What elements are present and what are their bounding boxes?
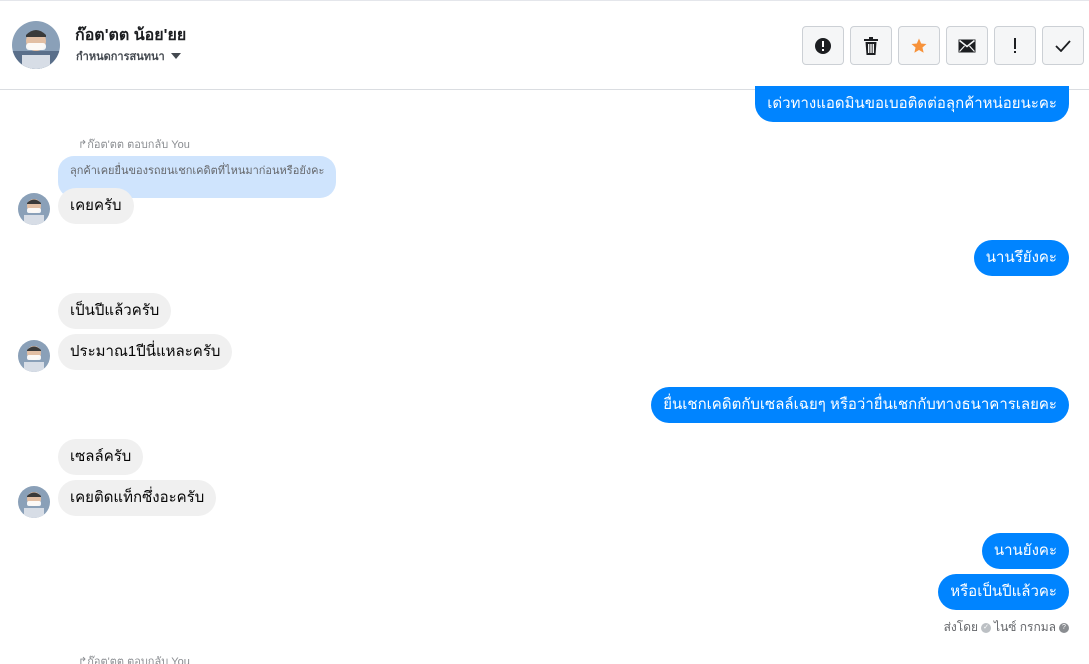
contact-avatar[interactable] bbox=[12, 21, 60, 69]
mail-icon bbox=[958, 39, 976, 52]
message-outgoing[interactable]: เด่วทางแอดมินขอเบอติดต่อลุกค้าหน่อยนะคะ bbox=[755, 86, 1069, 122]
reply-arrow-icon: ↱ bbox=[78, 656, 88, 664]
mark-done-button[interactable] bbox=[1042, 26, 1084, 65]
message-incoming[interactable]: เป็นปีแล้วครับ bbox=[58, 293, 172, 329]
star-button[interactable] bbox=[898, 26, 940, 65]
schedule-label: กำหนดการสนทนา bbox=[76, 51, 165, 63]
contact-name[interactable]: ก๊อต'ตต น้อย'ยย bbox=[75, 23, 186, 48]
follow-up-button[interactable] bbox=[994, 26, 1036, 65]
sent-by-indicator: ส่งโดย ✓ ไนซ์ กรกมล ? bbox=[944, 618, 1069, 637]
message-outgoing[interactable]: หรือเป็นปีแล้วคะ bbox=[938, 574, 1069, 610]
sent-by-prefix: ส่งโดย bbox=[943, 620, 979, 634]
checkmark-icon bbox=[1055, 39, 1071, 52]
message-incoming[interactable]: ประมาณ1ปีนี่แหละครับ bbox=[58, 334, 233, 370]
contact-avatar-small[interactable] bbox=[18, 340, 50, 372]
contact-avatar-small[interactable] bbox=[18, 193, 50, 225]
sender-name[interactable]: ไนซ์ กรกมล bbox=[994, 618, 1056, 637]
message-incoming[interactable]: เคยครับ bbox=[58, 188, 134, 224]
message-outgoing[interactable]: นานรึยังคะ bbox=[973, 240, 1069, 276]
contact-avatar-small[interactable] bbox=[18, 486, 50, 518]
reply-arrow-icon: ↱ bbox=[78, 139, 88, 151]
conversation-toolbar bbox=[802, 26, 1084, 65]
message-outgoing[interactable]: ยื่นเชกเคดิตกับเซลล์เฉยๆ หรือว่ายื่นเชกก… bbox=[651, 387, 1069, 423]
alert-circle-icon bbox=[815, 37, 831, 54]
reply-indicator: ↱ก๊อต'ตต ตอบกลับ You bbox=[78, 652, 190, 664]
star-icon bbox=[911, 38, 927, 53]
message-incoming[interactable]: เซลล์ครับ bbox=[58, 439, 144, 475]
mark-unread-button[interactable] bbox=[946, 26, 988, 65]
message-outgoing[interactable]: นานยังคะ bbox=[981, 533, 1069, 569]
exclamation-icon bbox=[1014, 37, 1016, 53]
help-icon[interactable]: ? bbox=[1059, 622, 1069, 633]
conversation-header: ก๊อต'ตต น้อย'ยย กำหนดการสนทนา bbox=[0, 0, 1089, 90]
caret-down-icon bbox=[170, 53, 181, 59]
report-spam-button[interactable] bbox=[802, 26, 844, 65]
message-incoming[interactable]: เคยติดแท็กซึ่งอะครับ bbox=[58, 480, 217, 516]
conversation-schedule-dropdown[interactable]: กำหนดการสนทนา bbox=[76, 47, 181, 65]
reply-indicator: ↱ก๊อต'ตต ตอบกลับ You bbox=[78, 139, 190, 151]
trash-icon bbox=[864, 36, 878, 55]
verified-icon: ✓ bbox=[981, 622, 992, 633]
delete-button[interactable] bbox=[850, 26, 892, 65]
